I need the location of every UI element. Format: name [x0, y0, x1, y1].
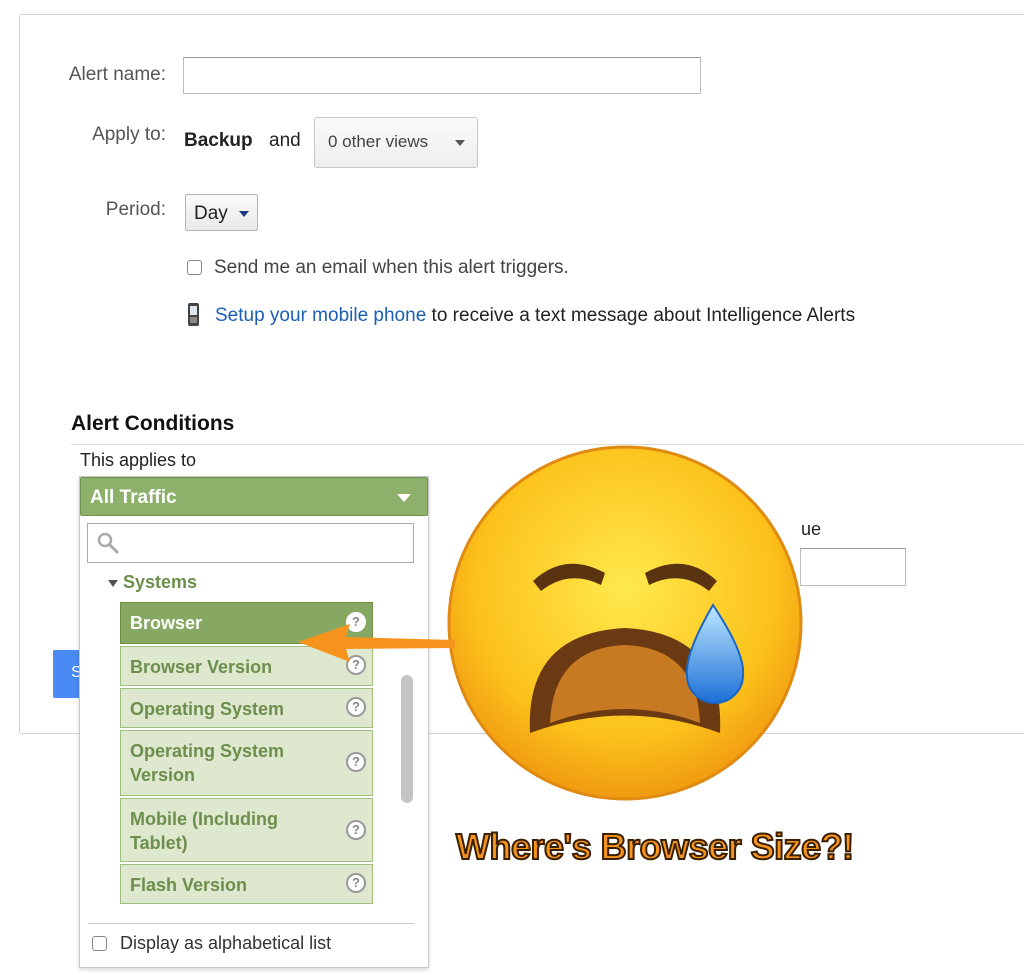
apply-to-view-name: Backup [184, 130, 253, 151]
alert-conditions-heading: Alert Conditions [71, 412, 235, 435]
alert-name-input[interactable] [183, 57, 701, 94]
period-dropdown[interactable]: Day [185, 194, 258, 231]
search-icon [97, 532, 119, 554]
option-operating-system[interactable]: Operating System ? [120, 688, 373, 728]
help-icon[interactable]: ? [346, 873, 366, 893]
caret-down-icon [239, 211, 249, 217]
mobile-setup-row: Setup your mobile phone to receive a tex… [215, 305, 855, 327]
period-label: Period: [105, 199, 166, 220]
divider [88, 923, 414, 924]
option-label: Flash Version [130, 875, 248, 895]
apply-to-label: Apply to: [92, 124, 166, 145]
segment-dropdown-header[interactable]: All Traffic [80, 477, 428, 516]
option-mobile[interactable]: Mobile (Including Tablet) ? [120, 798, 373, 862]
option-label: Operating System Version [130, 741, 285, 785]
help-icon[interactable]: ? [346, 820, 366, 840]
setup-mobile-link[interactable]: Setup your mobile phone [215, 305, 426, 326]
option-label: Browser [130, 613, 203, 633]
alphabetical-checkbox[interactable] [92, 936, 107, 951]
help-icon[interactable]: ? [346, 752, 366, 772]
crying-face-icon [447, 445, 803, 801]
group-systems[interactable]: Systems [108, 572, 197, 593]
annotation-caption: Where's Browser Size?! [455, 825, 855, 868]
alphabetical-label: Display as alphabetical list [120, 933, 332, 953]
option-operating-system-version[interactable]: Operating System Version ? [120, 730, 373, 796]
applies-to-label: This applies to [80, 450, 197, 470]
apply-to-and: and [269, 130, 301, 151]
option-label: Mobile (Including Tablet) [130, 809, 278, 853]
other-views-label: 0 other views [328, 132, 429, 151]
option-flash-version[interactable]: Flash Version ? [120, 864, 373, 904]
caret-down-icon [397, 494, 411, 502]
segment-selected-label: All Traffic [90, 487, 177, 508]
dropdown-scrollbar[interactable] [401, 675, 413, 803]
mobile-setup-text: to receive a text message about Intellig… [431, 305, 856, 326]
caret-down-icon [108, 579, 118, 587]
segment-dropdown[interactable]: All Traffic Systems Browser ? Browser Ve… [79, 476, 429, 968]
option-label: Browser Version [130, 657, 273, 677]
caret-down-icon [455, 140, 465, 146]
mobile-phone-icon [188, 303, 199, 326]
value-input[interactable] [800, 548, 906, 586]
option-label: Operating System [130, 699, 285, 719]
help-icon[interactable]: ? [346, 697, 366, 717]
email-checkbox[interactable] [187, 260, 202, 275]
segment-search-input[interactable] [87, 523, 414, 563]
email-checkbox-label: Send me an email when this alert trigger… [214, 257, 569, 278]
other-views-dropdown[interactable]: 0 other views [314, 117, 478, 168]
alert-name-label: Alert name: [68, 64, 166, 85]
group-systems-label: Systems [123, 572, 198, 592]
arrow-icon [298, 624, 455, 662]
period-value: Day [194, 203, 228, 224]
